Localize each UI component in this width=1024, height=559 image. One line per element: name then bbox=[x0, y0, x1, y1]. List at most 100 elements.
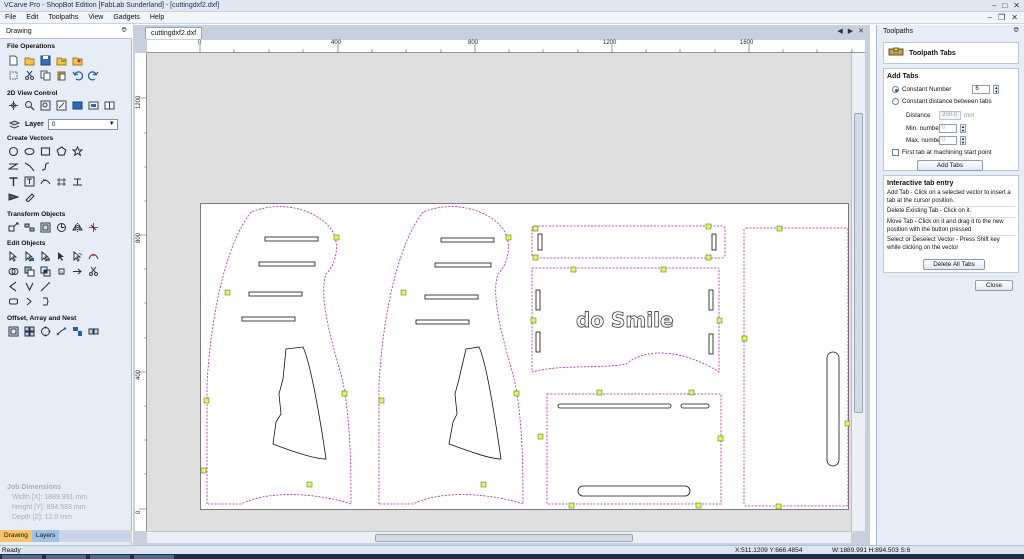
new-file-icon[interactable] bbox=[7, 54, 20, 67]
menu-view[interactable]: View bbox=[83, 14, 108, 21]
join-vectors-icon[interactable] bbox=[87, 250, 100, 263]
select-icon[interactable] bbox=[7, 250, 20, 263]
fillet-icon[interactable] bbox=[7, 280, 20, 293]
tab-marker[interactable] bbox=[203, 397, 210, 404]
doc-restore-icon[interactable]: ❐ bbox=[998, 13, 1005, 22]
chamfer-icon[interactable] bbox=[23, 280, 36, 293]
menu-file[interactable]: File bbox=[0, 14, 21, 21]
mirror-icon[interactable] bbox=[71, 221, 84, 234]
tab-marker[interactable] bbox=[480, 481, 487, 488]
merge-icon[interactable] bbox=[87, 325, 100, 338]
slot[interactable] bbox=[535, 331, 541, 353]
tab-marker[interactable] bbox=[532, 254, 539, 261]
slot[interactable] bbox=[424, 294, 479, 300]
slot[interactable] bbox=[248, 291, 303, 297]
group-icon[interactable]: G bbox=[55, 265, 68, 278]
smart-select-icon[interactable] bbox=[71, 250, 84, 263]
document-tab[interactable]: cuttingdxf2.dxf bbox=[145, 27, 203, 39]
taskbar-item[interactable] bbox=[134, 555, 174, 559]
pin-icon[interactable]: ⎊ bbox=[121, 27, 127, 35]
first-tab-option[interactable]: First tab at machining start point bbox=[892, 149, 992, 156]
spinner-icon[interactable]: ▲ ▼ bbox=[960, 124, 966, 133]
taskbar-item[interactable] bbox=[46, 555, 86, 559]
menu-toolpaths[interactable]: Toolpaths bbox=[43, 14, 83, 21]
copy-along-vector-icon[interactable] bbox=[55, 325, 68, 338]
scissors-icon[interactable] bbox=[87, 265, 100, 278]
interactive-select-icon[interactable] bbox=[39, 250, 52, 263]
constant-number-input[interactable]: 6 bbox=[972, 85, 991, 94]
cut-icon[interactable] bbox=[23, 69, 36, 82]
slot[interactable] bbox=[241, 316, 296, 322]
slot[interactable] bbox=[434, 262, 492, 268]
slot[interactable] bbox=[535, 289, 541, 311]
draw-pen-icon[interactable] bbox=[23, 190, 36, 203]
job-material-area[interactable]: do Smile bbox=[200, 203, 850, 510]
draw-arrow-icon[interactable] bbox=[7, 190, 20, 203]
guitar-guard-1[interactable] bbox=[272, 346, 327, 460]
tab-marker[interactable] bbox=[568, 502, 575, 509]
tab-marker[interactable] bbox=[695, 502, 702, 509]
tab-marker[interactable] bbox=[596, 389, 603, 396]
menu-gadgets[interactable]: Gadgets bbox=[108, 14, 144, 21]
offset-icon[interactable] bbox=[7, 325, 20, 338]
drawing-canvas[interactable]: do Smile bbox=[147, 53, 851, 531]
tab-marker[interactable] bbox=[716, 317, 723, 324]
draw-text-icon[interactable] bbox=[7, 175, 20, 188]
subtract-icon[interactable] bbox=[23, 265, 36, 278]
panel-top-toolpath[interactable] bbox=[531, 225, 726, 259]
intersect-icon[interactable] bbox=[39, 265, 52, 278]
import-icon[interactable] bbox=[55, 54, 68, 67]
tab-marker[interactable] bbox=[705, 254, 712, 261]
tab-next-icon[interactable]: ▶ bbox=[848, 27, 853, 35]
min-number-input[interactable]: 0 bbox=[939, 124, 957, 133]
zoom-selection-icon[interactable] bbox=[55, 99, 68, 112]
copy-icon[interactable] bbox=[39, 69, 52, 82]
tab-marker[interactable] bbox=[224, 289, 231, 296]
align-icon[interactable] bbox=[23, 221, 36, 234]
tab-layers[interactable]: Layers bbox=[31, 530, 60, 542]
panel-bottom-toolpath[interactable] bbox=[546, 393, 722, 505]
scale-icon[interactable] bbox=[39, 221, 52, 234]
distance-input[interactable]: 200.0 bbox=[939, 111, 961, 120]
horizontal-scrollbar[interactable] bbox=[147, 531, 851, 543]
node-edit-icon[interactable] bbox=[23, 250, 36, 263]
slot[interactable] bbox=[440, 237, 495, 243]
slot[interactable] bbox=[826, 351, 840, 467]
text-on-curve-icon[interactable] bbox=[23, 175, 36, 188]
array-copy-icon[interactable] bbox=[23, 325, 36, 338]
bracket-left-icon[interactable] bbox=[23, 295, 36, 308]
vertical-scrollbar[interactable] bbox=[851, 53, 865, 531]
slot[interactable] bbox=[680, 403, 710, 409]
vertical-scroll-thumb[interactable] bbox=[854, 113, 863, 413]
tab-marker[interactable] bbox=[341, 390, 348, 397]
doc-minimize-icon[interactable]: – bbox=[988, 13, 992, 22]
first-tab-checkbox[interactable] bbox=[892, 149, 899, 156]
taskbar-item[interactable] bbox=[90, 555, 130, 559]
nesting-icon[interactable] bbox=[71, 325, 84, 338]
guitar-guard-2[interactable] bbox=[448, 346, 502, 460]
slot[interactable] bbox=[415, 319, 470, 325]
tab-marker[interactable] bbox=[378, 397, 385, 404]
tab-marker[interactable] bbox=[844, 420, 850, 427]
dimensions-icon[interactable] bbox=[55, 175, 68, 188]
tab-marker[interactable] bbox=[776, 225, 783, 232]
draw-circle-icon[interactable] bbox=[7, 145, 20, 158]
view-split-icon[interactable] bbox=[103, 99, 116, 112]
tab-marker[interactable] bbox=[530, 317, 537, 324]
slot[interactable] bbox=[264, 236, 319, 242]
tab-marker[interactable] bbox=[775, 503, 782, 510]
paste-icon[interactable] bbox=[55, 69, 68, 82]
taskbar-item[interactable] bbox=[2, 555, 42, 559]
save-icon[interactable] bbox=[39, 54, 52, 67]
doc-close-icon[interactable]: ✕ bbox=[1011, 13, 1018, 22]
draw-polyline-icon[interactable] bbox=[7, 160, 20, 173]
side-panel-toolpath[interactable] bbox=[743, 227, 849, 507]
menu-help[interactable]: Help bbox=[145, 14, 169, 21]
job-setup-icon[interactable] bbox=[7, 69, 20, 82]
draw-curve-icon[interactable] bbox=[39, 160, 52, 173]
draw-line-icon[interactable] bbox=[23, 160, 36, 173]
undo-icon[interactable] bbox=[71, 69, 84, 82]
view-fit-icon[interactable] bbox=[87, 99, 100, 112]
delete-all-tabs-button[interactable]: Delete All Tabs bbox=[923, 259, 985, 270]
tab-marker[interactable] bbox=[570, 266, 577, 273]
